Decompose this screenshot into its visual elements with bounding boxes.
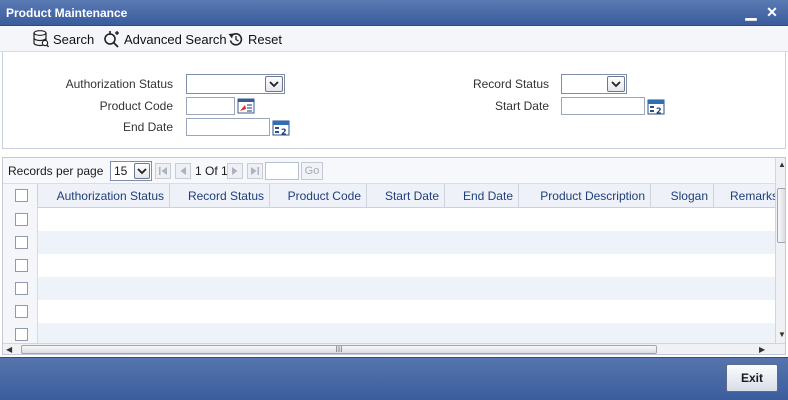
next-page-icon[interactable]	[227, 163, 243, 179]
row-checkbox[interactable]	[15, 305, 28, 318]
window-title: Product Maintenance	[6, 6, 128, 20]
column-header-end-date[interactable]: End Date	[445, 184, 519, 208]
table-row[interactable]	[3, 300, 775, 323]
previous-page-icon[interactable]	[175, 163, 191, 179]
chevron-down-icon	[134, 163, 150, 179]
column-header-remarks[interactable]: Remarks	[714, 184, 775, 208]
grid-header-row: Authorization Status Record Status Produ…	[3, 184, 775, 208]
advanced-search-label: Advanced Search	[124, 31, 227, 47]
last-page-icon[interactable]	[247, 163, 263, 179]
record-status-label: Record Status	[472, 77, 549, 91]
product-code-lov-icon[interactable]	[237, 97, 255, 115]
toolbar: Search Advanced Search Reset	[0, 26, 788, 52]
calendar-icon[interactable]: 2	[647, 98, 665, 116]
authorization-status-select[interactable]	[186, 74, 285, 94]
scroll-right-icon[interactable]: ▶	[759, 345, 765, 354]
close-icon[interactable]: ✕	[763, 3, 781, 21]
end-date-label: End Date	[122, 120, 173, 134]
select-all-checkbox[interactable]	[15, 189, 28, 202]
go-button[interactable]: Go	[301, 162, 323, 180]
product-code-input[interactable]	[186, 97, 235, 115]
row-checkbox[interactable]	[15, 213, 28, 226]
column-header-authorization-status[interactable]: Authorization Status	[38, 184, 170, 208]
reset-button[interactable]: Reset	[228, 29, 282, 49]
chevron-down-icon	[265, 76, 283, 92]
panel-divider	[0, 149, 788, 157]
row-checkbox[interactable]	[15, 328, 28, 341]
column-header-record-status[interactable]: Record Status	[170, 184, 270, 208]
product-code-label: Product Code	[99, 99, 173, 113]
page-info: 1 Of 1	[195, 164, 228, 178]
advanced-search-icon	[104, 31, 119, 48]
table-row[interactable]	[3, 277, 775, 300]
reset-icon	[228, 33, 243, 46]
row-checkbox[interactable]	[15, 282, 28, 295]
column-header-start-date[interactable]: Start Date	[367, 184, 445, 208]
calendar-icon[interactable]: 2	[272, 119, 290, 137]
exit-button[interactable]: Exit	[726, 364, 778, 392]
vertical-scrollbar[interactable]: ▲ ▼	[775, 158, 785, 343]
svg-text:2: 2	[656, 107, 662, 116]
window-title-bar: Product Maintenance ▁ ✕	[0, 0, 788, 26]
chevron-down-icon	[607, 76, 625, 92]
database-search-icon	[33, 30, 49, 48]
minimize-icon[interactable]: ▁	[742, 3, 760, 21]
column-header-slogan[interactable]: Slogan	[651, 184, 714, 208]
vertical-scroll-thumb[interactable]	[777, 188, 785, 243]
horizontal-scrollbar[interactable]: ◀ III ▶	[3, 343, 785, 354]
table-row[interactable]	[3, 231, 775, 254]
select-all-cell	[3, 184, 38, 208]
end-date-input[interactable]	[186, 118, 270, 136]
page-number-input[interactable]	[265, 162, 299, 180]
authorization-status-label: Authorization Status	[65, 77, 173, 91]
first-page-icon[interactable]	[155, 163, 171, 179]
search-button[interactable]: Search	[33, 29, 94, 49]
records-per-page-select[interactable]: 15	[110, 161, 152, 181]
record-status-select[interactable]	[561, 74, 627, 94]
column-header-product-description[interactable]: Product Description	[519, 184, 651, 208]
grid-body	[3, 208, 775, 343]
start-date-label: Start Date	[494, 99, 549, 113]
row-checkbox[interactable]	[15, 259, 28, 272]
horizontal-scroll-thumb[interactable]: III	[21, 345, 657, 354]
table-row[interactable]	[3, 208, 775, 231]
svg-text:2: 2	[281, 128, 287, 137]
pager-bar: Records per page 15 1 Of 1 Go	[3, 158, 775, 184]
records-per-page-label: Records per page	[8, 164, 104, 178]
search-button-label: Search	[53, 31, 95, 47]
start-date-input[interactable]	[561, 97, 645, 115]
scroll-down-icon[interactable]: ▼	[778, 330, 785, 339]
reset-button-label: Reset	[248, 31, 282, 47]
search-criteria-panel: Authorization Status Product Code End Da…	[2, 52, 786, 149]
column-header-product-code[interactable]: Product Code	[270, 184, 367, 208]
table-row[interactable]	[3, 254, 775, 277]
footer-bar: Exit	[0, 357, 788, 400]
row-checkbox[interactable]	[15, 236, 28, 249]
table-row[interactable]	[3, 323, 775, 343]
scroll-left-icon[interactable]: ◀	[6, 345, 12, 354]
scroll-up-icon[interactable]: ▲	[778, 160, 785, 169]
records-per-page-value: 15	[114, 164, 128, 178]
results-grid: Records per page 15 1 Of 1 Go Authorizat…	[2, 157, 786, 355]
advanced-search-button[interactable]: Advanced Search	[102, 29, 227, 49]
